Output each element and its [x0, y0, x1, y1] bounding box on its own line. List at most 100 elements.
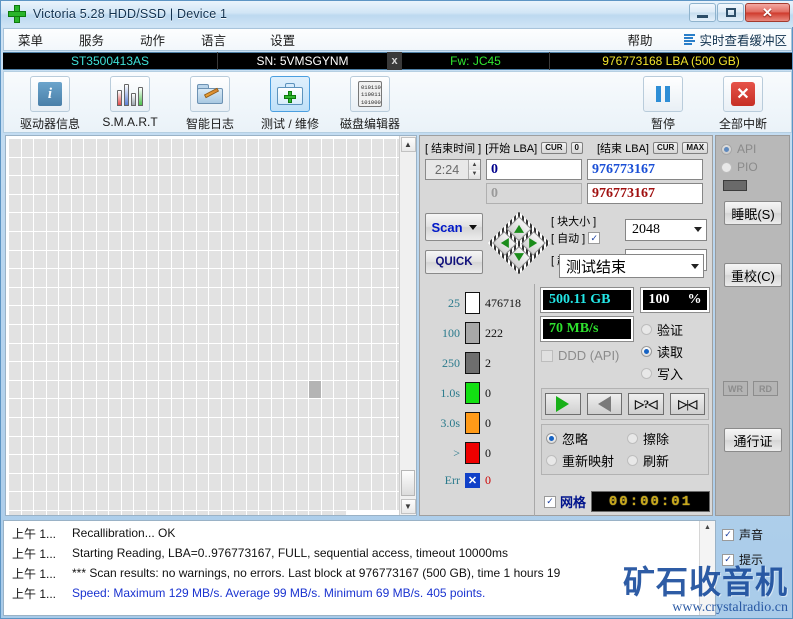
block-cell [47, 139, 59, 157]
on-finish-select[interactable]: 测试结束 [559, 254, 704, 278]
block-cell [372, 455, 384, 473]
log-time: 上午 1... [6, 525, 72, 542]
tool-pause[interactable]: 暂停 [623, 76, 703, 132]
navigation-dpad[interactable] [491, 215, 547, 271]
step-query-button[interactable]: ▷?◁ [628, 393, 664, 415]
block-cell [309, 176, 321, 194]
tool-test-repair[interactable]: 测试 / 维修 [250, 76, 330, 132]
menu-item-settings[interactable]: 设置 [264, 27, 301, 52]
play-forward-button[interactable] [545, 393, 581, 415]
scan-button[interactable]: Scan [425, 213, 483, 241]
end-time-spinner[interactable]: 2:24 ▲▼ [425, 159, 481, 180]
block-cell [222, 418, 234, 436]
log-scrollbar[interactable]: ▲ [699, 521, 715, 615]
buffer-view-button[interactable]: 实时查看缓冲区 [684, 30, 787, 49]
block-map-panel[interactable]: ▲ ▼ [5, 135, 417, 516]
quick-button[interactable]: QUICK [425, 250, 483, 274]
block-cell [59, 492, 71, 510]
block-cell [247, 455, 259, 473]
sound-checkbox[interactable]: ✓ [722, 529, 734, 541]
map-scroll-down[interactable]: ▼ [401, 499, 416, 514]
end-lba-max-button[interactable]: MAX [682, 142, 708, 155]
block-size-select[interactable]: 2048 [625, 219, 707, 241]
end-time-up[interactable]: ▲ [469, 160, 480, 170]
block-cell [234, 492, 246, 510]
block-cell [259, 381, 271, 399]
block-cell [34, 399, 46, 417]
action-erase[interactable]: 擦除 [627, 429, 704, 448]
drive-clear-button[interactable]: x [388, 52, 402, 70]
grid-checkbox[interactable]: ✓ [544, 496, 556, 508]
menu-item-language[interactable]: 语言 [195, 27, 232, 52]
menu-item-help[interactable]: 帮助 [621, 27, 658, 52]
block-cell [284, 399, 296, 417]
mode-read-radio[interactable] [641, 346, 652, 357]
sidebar-pio-option[interactable]: PIO [721, 160, 784, 174]
action-ignore[interactable]: 忽略 [546, 429, 623, 448]
tool-test-repair-label: 测试 / 维修 [261, 115, 319, 132]
block-cell [84, 362, 96, 380]
mode-write-radio[interactable] [641, 368, 652, 379]
start-lba-zero-button[interactable]: 0 [571, 142, 583, 155]
sleep-button[interactable]: 睡眠(S) [724, 201, 782, 225]
mode-verify-radio[interactable] [641, 324, 652, 335]
block-cell [109, 511, 121, 515]
start-lba-input[interactable]: 0 [486, 159, 582, 180]
action-remap[interactable]: 重新映射 [546, 451, 623, 470]
end-lba-input[interactable]: 976773167 [587, 159, 703, 180]
menu-bar: 菜单 服务 动作 语言 设置 帮助 实时查看缓冲区 [3, 28, 792, 51]
hint-checkbox[interactable]: ✓ [722, 554, 734, 566]
recalibrate-button[interactable]: 重校(C) [724, 263, 782, 287]
menu-item-action[interactable]: 动作 [134, 27, 171, 52]
log-scroll-up[interactable]: ▲ [701, 521, 715, 534]
start-lba-cur-button[interactable]: CUR [541, 142, 566, 155]
auto-checkbox[interactable]: ✓ [588, 232, 600, 244]
tool-drive-info[interactable]: i 驱动器信息 [10, 76, 90, 132]
tool-smart-log[interactable]: 智能日志 [170, 76, 250, 132]
action-refresh[interactable]: 刷新 [627, 451, 704, 470]
block-cell [134, 399, 146, 417]
block-map-grid[interactable] [9, 139, 399, 515]
ddd-api-checkbox[interactable] [541, 350, 553, 362]
block-cell [9, 455, 21, 473]
tool-disk-editor[interactable]: 010110 110011 101000 0001 磁盘编辑器 [330, 76, 410, 132]
block-cell [247, 511, 259, 515]
action-refresh-radio[interactable] [627, 455, 638, 466]
menu-item-file[interactable]: 菜单 [12, 27, 49, 52]
end-lba-cur-button[interactable]: CUR [653, 142, 678, 155]
toolcase-icon [277, 83, 303, 105]
sidebar-api-option[interactable]: API [721, 142, 784, 156]
log-box[interactable]: 上午 1... Recallibration... OK 上午 1... Sta… [3, 520, 716, 616]
minimize-button[interactable] [689, 3, 716, 22]
block-cell [284, 362, 296, 380]
action-ignore-radio[interactable] [546, 433, 557, 444]
passport-button[interactable]: 通行证 [724, 428, 782, 452]
map-scrollbar[interactable]: ▲ ▼ [399, 136, 416, 515]
map-scroll-thumb[interactable] [401, 470, 415, 496]
play-back-button[interactable] [587, 393, 623, 415]
action-remap-radio[interactable] [546, 455, 557, 466]
block-cell [397, 232, 400, 250]
block-cell [222, 437, 234, 455]
block-map[interactable] [6, 136, 399, 515]
tool-stop-all[interactable]: ✕ 全部中断 [703, 76, 783, 132]
map-scroll-up[interactable]: ▲ [401, 137, 416, 152]
block-cell [109, 306, 121, 324]
stat-row: 1.0s 0 [420, 378, 534, 408]
api-radio[interactable] [721, 144, 732, 155]
block-cell [122, 492, 134, 510]
sound-option[interactable]: ✓ 声音 [722, 526, 790, 543]
log-message: Speed: Maximum 129 MB/s. Average 99 MB/s… [72, 586, 485, 600]
maximize-button[interactable] [717, 3, 744, 22]
step-end-button[interactable]: ▷|◁ [670, 393, 706, 415]
tool-smart[interactable]: S.M.A.R.T [90, 76, 170, 129]
block-cell [284, 418, 296, 436]
end-time-down[interactable]: ▼ [469, 170, 480, 180]
block-cell [309, 381, 321, 399]
close-button[interactable]: ✕ [745, 3, 790, 22]
block-cell [22, 362, 34, 380]
menu-item-service[interactable]: 服务 [73, 27, 110, 52]
action-erase-radio[interactable] [627, 433, 638, 444]
pio-radio[interactable] [721, 162, 732, 173]
hint-option[interactable]: ✓ 提示 [722, 551, 790, 568]
